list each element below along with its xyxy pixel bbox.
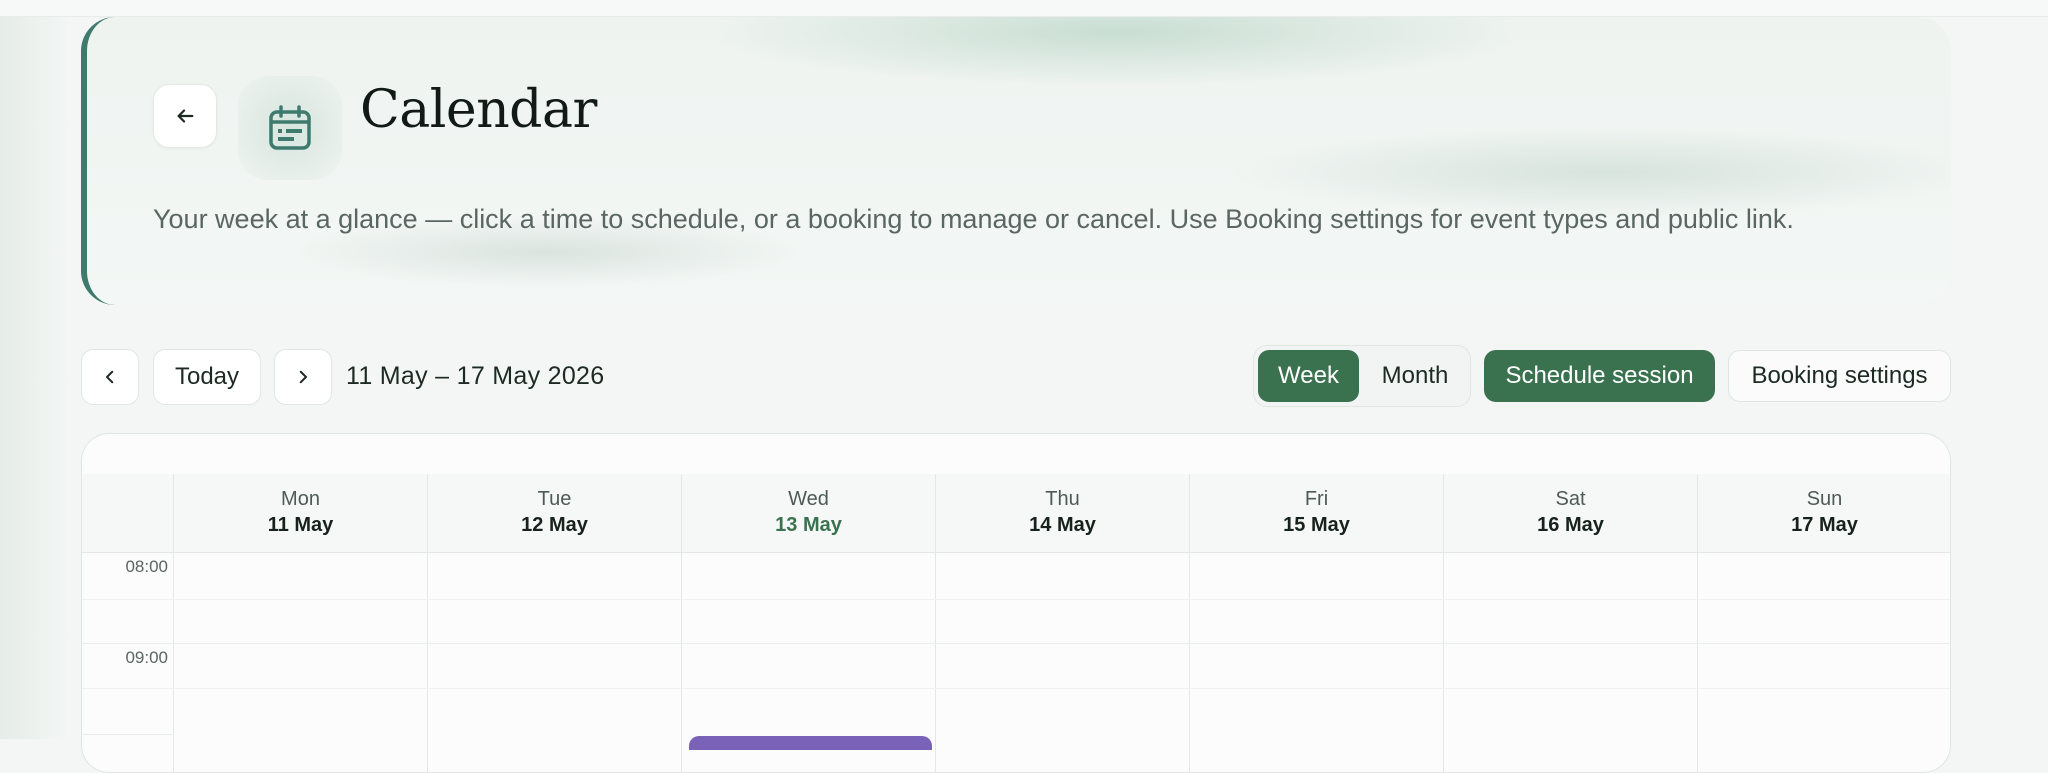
today-button[interactable]: Today [153,349,261,405]
week-view-tab[interactable]: Week [1258,350,1359,402]
previous-week-button[interactable] [81,349,139,405]
time-slot-column-tue[interactable] [427,553,681,772]
page-subtitle: Your week at a glance — click a time to … [153,204,1794,234]
day-header-mon: Mon 11 May [173,474,427,553]
day-header-sun: Sun 17 May [1697,474,1950,553]
header-glow [707,17,1527,87]
time-slot-column-mon[interactable] [173,553,427,772]
month-view-tab[interactable]: Month [1364,350,1466,402]
page-header-card [81,17,1951,305]
chevron-right-icon [299,370,307,384]
schedule-session-button[interactable]: Schedule session [1484,350,1715,402]
booking-settings-button[interactable]: Booking settings [1728,350,1951,402]
day-date: 15 May [1283,514,1350,536]
hour-line [173,643,1950,644]
day-date: 12 May [521,514,588,536]
left-gutter [0,17,70,739]
day-name: Fri [1304,488,1329,510]
time-slot-column-sat[interactable] [1443,553,1697,772]
top-bar [0,0,2048,17]
day-name: Sat [1555,488,1586,510]
day-name: Thu [1045,488,1080,510]
day-name: Tue [537,488,572,510]
day-header-thu: Thu 14 May [935,474,1189,553]
day-header-tue: Tue 12 May [427,474,681,553]
page-title: Calendar [360,80,597,140]
half-hour-line [173,688,1950,689]
half-hour-line [173,599,1950,600]
date-range-label: 11 May – 17 May 2026 [346,362,605,390]
calendar-icon [269,105,311,150]
hour-label: 08:00 [125,557,168,576]
day-name: Mon [281,488,320,510]
day-header-sat: Sat 16 May [1443,474,1697,553]
gutter-line [82,734,172,735]
day-name: Sun [1806,488,1843,510]
booking-event[interactable] [689,736,932,750]
calendar-icon-tile [238,76,342,180]
day-date: 13 May [775,514,842,536]
arrow-left-icon [177,109,194,123]
back-button[interactable] [153,84,217,148]
day-header-fri: Fri 15 May [1189,474,1443,553]
next-week-button[interactable] [274,349,332,405]
time-slot-column-thu[interactable] [935,553,1189,772]
time-slot-column-fri[interactable] [1189,553,1443,772]
view-toggle: Week Month [1253,345,1471,407]
day-header-wed: Wed 13 May [681,474,935,553]
day-date: 16 May [1537,514,1604,536]
gutter-line [82,643,172,644]
week-calendar: 08:00 09:00 Mon 11 May Tue 12 May Wed 13… [81,433,1951,773]
day-date: 14 May [1029,514,1096,536]
chevron-left-icon [106,370,114,384]
time-slot-column-sun[interactable] [1697,553,1950,772]
day-name: Wed [788,488,829,510]
hour-label: 09:00 [125,648,168,667]
day-date: 17 May [1791,514,1858,536]
day-date: 11 May [267,514,334,536]
